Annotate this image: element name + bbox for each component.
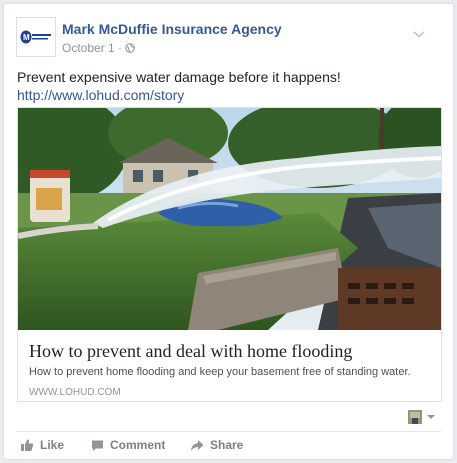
link-preview[interactable]: How to prevent and deal with home floodi… [17,107,442,402]
avatar-dropdown-icon [408,410,435,424]
share-arrow-icon [191,439,204,451]
audience-selector[interactable] [408,409,438,425]
thumbs-up-icon [21,439,34,451]
post-text: Prevent expensive water damage before it… [17,69,341,85]
meta-separator: · [118,41,123,55]
comment-label: Comment [110,438,166,452]
like-button[interactable]: Like [20,438,64,452]
preview-title[interactable]: How to prevent and deal with home floodi… [29,341,352,362]
facebook-post-card: M Mark McDuffie Insurance Agency October… [3,3,454,460]
preview-image[interactable] [18,108,441,330]
page-logo[interactable]: M [16,17,56,57]
page-name-link[interactable]: Mark McDuffie Insurance Agency [62,21,282,37]
agency-logo-icon: M [20,30,51,44]
preview-domain: WWW.LOHUD.COM [29,387,121,398]
post-header: M Mark McDuffie Insurance Agency October… [16,17,436,63]
preview-description: How to prevent home flooding and keep yo… [29,366,411,378]
post-meta: October 1 · [62,41,136,55]
comment-button[interactable]: Comment [91,438,165,452]
post-actions: Like Comment Share [16,435,441,457]
post-message: Prevent expensive water damage before it… [17,68,437,104]
share-button[interactable]: Share [190,438,243,452]
globe-icon[interactable] [125,43,136,53]
share-label: Share [210,438,244,452]
post-date[interactable]: October 1 [62,41,115,55]
actions-divider [16,431,441,432]
svg-text:M: M [23,33,30,42]
chevron-down-icon[interactable] [412,29,426,39]
flooding-yard-photo [18,108,441,330]
post-url-link[interactable]: http://www.lohud.com/story [17,86,437,104]
comment-icon [92,440,103,451]
like-label: Like [40,438,65,452]
